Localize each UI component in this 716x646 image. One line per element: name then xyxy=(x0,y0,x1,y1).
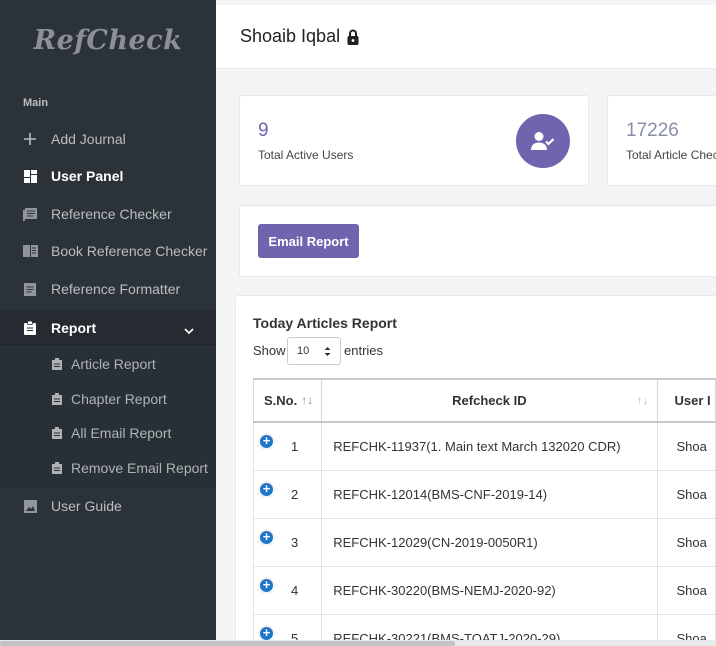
file-text-icon xyxy=(22,281,38,297)
entries-label: entries xyxy=(344,343,384,358)
stat-card-article-checks: 17226 Total Article Chec xyxy=(607,95,716,186)
sidebar-subitem-chapter-report[interactable]: Chapter Report xyxy=(0,384,216,414)
chevron-down-icon xyxy=(184,322,194,338)
user-profile[interactable]: Shoaib Iqbal xyxy=(240,26,359,47)
expand-row-icon[interactable]: + xyxy=(259,529,274,545)
sidebar-subitem-article-report[interactable]: Article Report xyxy=(0,349,216,379)
report-title: Today Articles Report xyxy=(253,315,397,331)
cell-user: Shoa xyxy=(656,565,716,615)
page-size-select[interactable]: 10 xyxy=(287,337,341,365)
clipboard-icon xyxy=(52,357,64,371)
sidebar-section-label: Main xyxy=(23,97,49,109)
clipboard-icon xyxy=(52,392,64,406)
dashboard-icon xyxy=(22,168,38,184)
sidebar-item-label: User Guide xyxy=(51,498,122,514)
expand-row-icon[interactable]: + xyxy=(259,481,274,497)
sidebar-subitem-label: Article Report xyxy=(71,356,156,372)
cell-user: Shoa xyxy=(656,517,716,567)
horizontal-scrollbar[interactable] xyxy=(0,640,716,646)
select-arrows-icon xyxy=(324,346,331,360)
cell-user: Shoa xyxy=(656,421,716,471)
sidebar-item-label: Report xyxy=(51,320,97,336)
sidebar-subitem-label: All Email Report xyxy=(71,425,172,441)
column-header-sno[interactable]: S.No. ↑↓ xyxy=(252,378,323,423)
sidebar-item-reference-formatter[interactable]: Reference Formatter xyxy=(0,271,216,307)
sidebar-subitem-all-email-report[interactable]: All Email Report xyxy=(0,418,216,448)
stat-value: 9 xyxy=(258,120,269,141)
user-check-icon xyxy=(516,114,570,168)
cell-refcheck-id: REFCHK-30220(BMS-NEMJ-2020-92) xyxy=(321,565,658,615)
cell-refcheck-id: REFCHK-11937(1. Main text March 132020 C… xyxy=(321,421,658,471)
table-row: +1 REFCHK-11937(1. Main text March 13202… xyxy=(252,421,716,471)
email-report-button[interactable]: Email Report xyxy=(258,224,359,258)
cell-refcheck-id: REFCHK-12014(BMS-CNF-2019-14) xyxy=(321,469,658,519)
expand-row-icon[interactable]: + xyxy=(259,434,274,449)
stat-label: Total Active Users xyxy=(258,148,354,162)
app-logo[interactable]: RefCheck xyxy=(0,0,216,80)
lock-icon xyxy=(347,29,359,45)
cell-sno: +2 xyxy=(252,469,323,519)
cell-sno: +4 xyxy=(252,565,323,615)
clipboard-icon xyxy=(22,320,38,336)
cell-user: Shoa xyxy=(656,469,716,519)
sidebar-item-user-panel[interactable]: User Panel xyxy=(0,158,216,194)
stat-value: 17226 xyxy=(626,120,679,141)
stat-label: Total Article Chec xyxy=(626,148,716,162)
sidebar-item-label: Reference Formatter xyxy=(51,281,181,297)
sidebar-item-label: Book Reference Checker xyxy=(51,243,208,259)
sidebar-subitem-label: Remove Email Report xyxy=(71,460,208,476)
sidebar-item-book-reference-checker[interactable]: Book Reference Checker xyxy=(0,233,216,269)
sidebar-item-user-guide[interactable]: User Guide xyxy=(0,488,216,524)
page-size-value: 10 xyxy=(297,345,310,357)
sidebar-item-label: Add Journal xyxy=(51,131,126,147)
clipboard-icon xyxy=(52,461,64,475)
sidebar-subitem-remove-email-report[interactable]: Remove Email Report xyxy=(0,453,216,483)
column-header-refcheck-id[interactable]: Refcheck ID ↑↓ xyxy=(321,378,658,423)
sidebar-item-report[interactable]: Report xyxy=(0,310,216,346)
expand-row-icon[interactable]: + xyxy=(259,625,274,641)
report-table: S.No. ↑↓ Refcheck ID ↑↓ User I +1 REFCHK… xyxy=(252,378,716,646)
plus-icon xyxy=(22,131,38,147)
sidebar-item-reference-checker[interactable]: Reference Checker xyxy=(0,196,216,232)
column-header-user[interactable]: User I xyxy=(656,378,716,423)
main-content: Shoaib Iqbal 9 Total Active Users 17226 … xyxy=(216,0,716,646)
cell-sno: +1 xyxy=(252,421,323,471)
stat-card-active-users: 9 Total Active Users xyxy=(239,95,589,186)
sidebar-item-add-journal[interactable]: Add Journal xyxy=(0,121,216,157)
user-name: Shoaib Iqbal xyxy=(240,26,341,46)
cell-refcheck-id: REFCHK-12029(CN-2019-0050R1) xyxy=(321,517,658,567)
image-guide-icon xyxy=(22,498,38,514)
sort-icon: ↑↓ xyxy=(301,393,314,407)
sort-icon: ↑↓ xyxy=(636,393,649,407)
clipboard-icon xyxy=(52,426,64,440)
sidebar-subitem-label: Chapter Report xyxy=(71,391,167,407)
sidebar-item-label: User Panel xyxy=(51,168,124,184)
table-row: +2 REFCHK-12014(BMS-CNF-2019-14) Shoa xyxy=(252,469,716,519)
show-label: Show xyxy=(253,343,286,358)
table-row: +3 REFCHK-12029(CN-2019-0050R1) Shoa xyxy=(252,517,716,567)
table-header-row: S.No. ↑↓ Refcheck ID ↑↓ User I xyxy=(252,378,716,423)
document-list-icon xyxy=(22,206,38,222)
book-icon xyxy=(22,243,38,259)
expand-row-icon[interactable]: + xyxy=(259,577,274,593)
cell-sno: +3 xyxy=(252,517,323,567)
sidebar-item-label: Reference Checker xyxy=(51,206,172,222)
top-bar: Shoaib Iqbal xyxy=(216,5,716,69)
scrollbar-thumb[interactable] xyxy=(0,641,455,646)
sidebar: RefCheck Main Add Journal User Panel Ref… xyxy=(0,0,216,646)
table-row: +4 REFCHK-30220(BMS-NEMJ-2020-92) Shoa xyxy=(252,565,716,615)
